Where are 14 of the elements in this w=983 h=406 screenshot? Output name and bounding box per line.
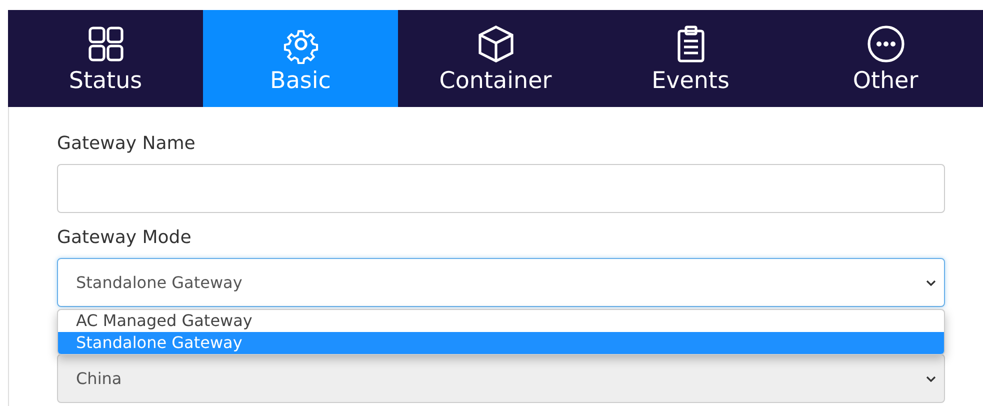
tab[interactable]: Container (398, 10, 593, 107)
field-label: Gateway Mode (57, 227, 192, 248)
chevron-icon (926, 280, 936, 286)
field-label: Gateway Name (57, 133, 196, 154)
dropdown-option[interactable]: AC Managed Gateway (58, 310, 944, 332)
gateway-mode-select[interactable]: Standalone Gateway (57, 258, 945, 307)
gateway-name-field[interactable] (57, 164, 945, 213)
chevron-icon (926, 376, 936, 382)
tab[interactable]: Status (8, 10, 203, 107)
tab[interactable]: Events (593, 10, 788, 107)
grid-icon (86, 24, 126, 64)
tab[interactable]: Other (788, 10, 983, 107)
cube-icon (476, 24, 516, 64)
more-icon (866, 24, 906, 64)
